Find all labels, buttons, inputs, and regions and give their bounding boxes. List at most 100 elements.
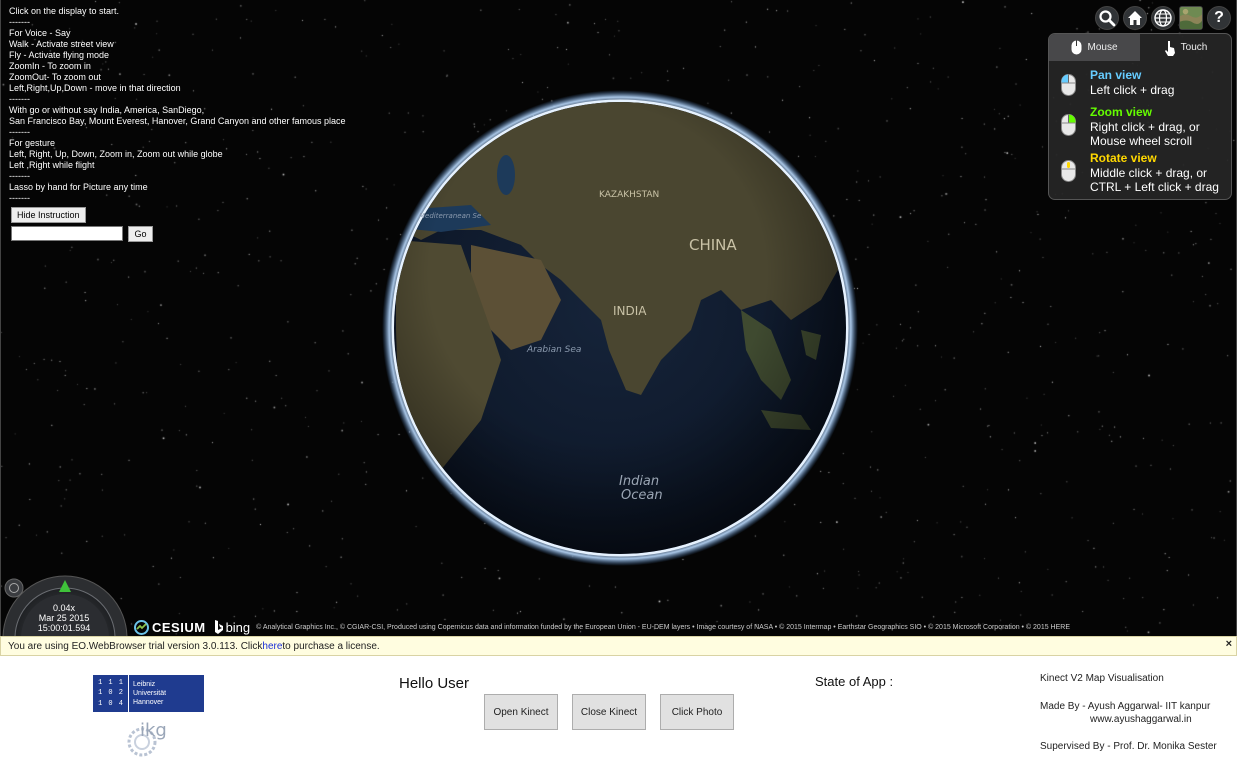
luh-logo-digit: 1 — [118, 679, 123, 688]
label-mediterranean: Mediterranean Se — [419, 212, 481, 220]
help-icon: ? — [1214, 9, 1224, 26]
tab-touch-label: Touch — [1180, 42, 1208, 53]
app-state-label: State of App : — [815, 674, 894, 689]
navigation-help-button[interactable]: ? — [1207, 6, 1231, 30]
instruction-line: ------- — [9, 94, 30, 104]
instruction-line: Left,Right,Up,Down - move in that direct… — [9, 83, 181, 93]
instruction-line: Left ,Right while flight — [9, 160, 95, 170]
instruction-line: ZoomOut- To zoom out — [9, 72, 101, 82]
cesium-logo-icon — [134, 619, 149, 635]
greeting-text: Hello User — [399, 675, 470, 692]
animation-widget[interactable]: 0.04x Mar 25 2015 15:00:01.594 — [1, 574, 129, 636]
luh-logo-digit: 1 — [108, 679, 113, 688]
license-prefix: You are using EO.WebBrowser trial versio… — [8, 640, 263, 652]
mouse-middle-click-icon — [1061, 160, 1076, 182]
instruction-line: Click on the display to start. — [9, 6, 120, 16]
license-bar: You are using EO.WebBrowser trial versio… — [0, 636, 1237, 656]
close-kinect-button[interactable]: Close Kinect — [572, 694, 646, 730]
label-ocean: Ocean — [621, 488, 663, 503]
leibniz-university-logo: 111102104 Leibniz Universität Hannover — [93, 675, 204, 712]
instruction-line: ------- — [9, 17, 30, 27]
luh-logo-digit: 0 — [108, 699, 113, 708]
cesium-logo[interactable]: CESIUM — [134, 619, 206, 635]
website-text: www.ayushaggarwal.in — [1090, 714, 1192, 725]
hide-instruction-button[interactable]: Hide Instruction — [11, 207, 86, 223]
credits-bar: CESIUM bing © Analytical Graphics Inc., … — [134, 618, 1070, 636]
touch-hand-icon — [1164, 40, 1175, 56]
tab-touch[interactable]: Touch — [1140, 34, 1231, 61]
cesium-viewer[interactable]: CHINA INDIA Arabian Sea Mediterranean Se… — [0, 0, 1237, 636]
made-by-text: Made By - Ayush Aggarwal- IIT kanpur — [1040, 701, 1211, 712]
zoom-view-title: Zoom view — [1090, 105, 1153, 119]
instruction-line: ------- — [9, 193, 30, 203]
animation-speed: 0.04x — [52, 603, 76, 613]
instruction-line: Lasso by hand for Picture any time — [9, 182, 148, 192]
home-button[interactable] — [1123, 6, 1147, 30]
license-link[interactable]: here — [262, 641, 282, 652]
bing-logo-text: bing — [225, 619, 251, 635]
instruction-line: ZoomIn - To zoom in — [9, 61, 91, 71]
ikg-logo-text: ikg — [140, 720, 167, 741]
base-layer-picker-button[interactable] — [1179, 6, 1203, 30]
geocoder-button[interactable] — [1095, 6, 1119, 30]
label-india: INDIA — [613, 304, 647, 318]
globe-icon — [1154, 9, 1172, 27]
search-icon — [1099, 10, 1116, 27]
instruction-line: Left, Right, Up, Down, Zoom in, Zoom out… — [9, 149, 223, 159]
label-arabian-sea: Arabian Sea — [526, 345, 581, 355]
luh-logo-digit: 1 — [98, 689, 103, 698]
app-title: Kinect V2 Map Visualisation — [1040, 673, 1164, 684]
animation-date: Mar 25 2015 — [38, 613, 90, 623]
bing-logo-icon — [214, 620, 223, 634]
rotate-view-title: Rotate view — [1090, 151, 1157, 165]
luh-logo-mark: 111102104 — [93, 675, 129, 712]
mouse-right-click-icon — [1061, 114, 1076, 136]
rotate-view-desc-1: Middle click + drag, or — [1090, 166, 1208, 180]
home-icon — [1128, 11, 1142, 25]
imagery-picker-icon — [1180, 7, 1202, 29]
label-indian: Indian — [619, 474, 659, 489]
label-kazakhstan: KAZAKHSTAN — [599, 190, 659, 200]
click-photo-button[interactable]: Click Photo — [660, 694, 734, 730]
instructions-panel: Click on the display to start. ------- For… — [9, 6, 389, 204]
luh-logo-digit: 4 — [118, 699, 123, 708]
close-icon[interactable]: × — [1226, 638, 1232, 650]
mouse-left-click-icon — [1061, 74, 1076, 96]
credit-text: © Analytical Graphics Inc., © CGIAR-CSI,… — [256, 623, 1071, 631]
tab-mouse[interactable]: Mouse — [1049, 34, 1140, 61]
pan-view-desc: Left click + drag — [1090, 83, 1175, 97]
license-suffix: to purchase a license. — [282, 640, 380, 652]
pan-view-title: Pan view — [1090, 68, 1142, 82]
mouse-icon — [1071, 40, 1082, 55]
instruction-line: San Francisco Bay, Mount Everest, Hanove… — [9, 116, 346, 126]
luh-logo-line-2: Universität — [133, 690, 167, 697]
scene-mode-button[interactable] — [1151, 6, 1175, 30]
luh-logo-digit: 1 — [98, 699, 103, 708]
instruction-line: With go or without say India, America, S… — [9, 105, 205, 115]
luh-logo-line-1: Leibniz — [133, 681, 156, 688]
realtime-button[interactable] — [4, 578, 24, 598]
navigation-help-panel: Mouse Touch Pan view Left click + drag Z… — [1048, 33, 1232, 200]
ikg-logo: ikg — [127, 720, 167, 757]
cesium-logo-text: CESIUM — [152, 619, 206, 635]
label-china: CHINA — [689, 236, 737, 254]
instruction-line: Fly - Activate flying mode — [9, 50, 110, 60]
location-search-input[interactable] — [11, 226, 123, 241]
zoom-view-desc-1: Right click + drag, or — [1090, 120, 1200, 134]
zoom-view-desc-2: Mouse wheel scroll — [1090, 134, 1193, 148]
bing-logo[interactable]: bing — [214, 619, 251, 635]
luh-logo-line-3: Hannover — [133, 699, 164, 706]
open-kinect-button[interactable]: Open Kinect — [484, 694, 558, 730]
luh-logo-digit: 2 — [118, 689, 123, 698]
supervised-by-text: Supervised By - Prof. Dr. Monika Sester — [1040, 741, 1217, 752]
instruction-line: ------- — [9, 171, 30, 181]
instruction-line: ------- — [9, 127, 30, 137]
tab-mouse-label: Mouse — [1087, 42, 1118, 53]
instruction-line: For gesture — [9, 138, 56, 148]
go-button[interactable]: Go — [128, 226, 153, 242]
instruction-line: Walk - Activate street view — [9, 39, 114, 49]
luh-logo-digit: 0 — [108, 689, 113, 698]
luh-logo-digit: 1 — [98, 679, 103, 688]
rotate-view-desc-2: CTRL + Left click + drag — [1090, 180, 1219, 194]
animation-time: 15:00:01.594 — [37, 623, 91, 633]
